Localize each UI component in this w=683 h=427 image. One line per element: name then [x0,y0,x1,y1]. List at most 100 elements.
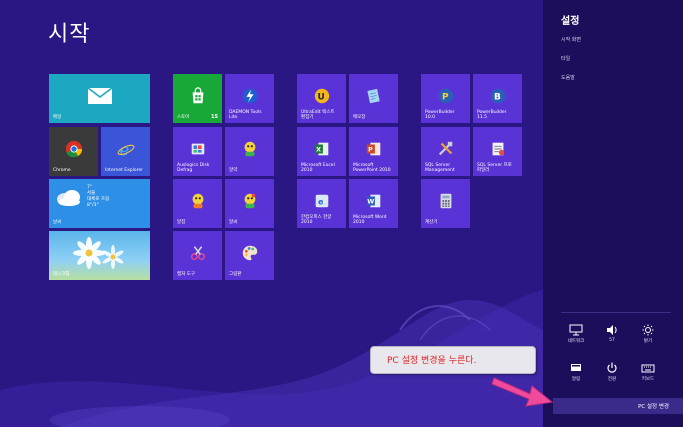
alsee-icon [244,193,255,208]
tile-label: PowerBuilder 11.5 [477,110,507,120]
power-icon [607,362,617,373]
tile-calculator[interactable]: 계산기 [421,179,470,228]
ie-icon: e [117,140,134,158]
powerbuilder-icon: P [438,88,453,103]
volume-icon [607,325,617,335]
disk-defrag-icon [191,143,204,154]
ultraedit-icon: U [314,88,329,103]
tile-desktop-photo[interactable]: 데스크톱 [49,231,150,280]
pc-settings-label: PC 설정 변경 [638,404,669,410]
network-label: 네트워크 [567,339,585,344]
powerpoint-icon: P [366,142,380,155]
svg-text:P: P [368,146,373,153]
network-button[interactable]: 네트워크 [561,324,591,344]
power-label: 전원 [607,377,617,382]
store-badge: 15 [211,114,218,120]
volume-button[interactable]: 57 [597,324,627,343]
tile-paint[interactable]: 그림판 [225,231,274,280]
mail-icon [87,86,112,104]
tile-label: Chrome [53,168,71,173]
svg-text:W: W [367,198,374,205]
tile-label: 알씨 [229,220,238,225]
keyboard-icon [641,364,655,373]
tile-label: Microsoft Word 2010 [353,215,387,225]
tile-label: 날씨 [53,220,62,225]
tile-label: DAEMON Tools Lite [229,110,262,120]
pointer-arrow-icon [491,377,554,407]
pc-settings-button[interactable]: PC 설정 변경 [553,398,683,414]
settings-item-tiles[interactable]: 타일 [561,55,570,62]
tile-auslogics[interactable]: Auslogics Disk Defrag [173,127,222,176]
tile-word[interactable]: W Microsoft Word 2010 [349,179,398,228]
tile-alsee[interactable]: 알씨 [225,179,274,228]
tile-powerbuilder-115[interactable]: B PowerBuilder 11.5 [473,74,522,123]
tile-daemon-tools[interactable]: DAEMON Tools Lite [225,74,274,123]
store-icon [192,86,203,103]
tile-label: 알약 [229,168,238,173]
tile-label: Microsoft PowerPoint 2010 [353,163,391,173]
tile-label: 계산기 [425,220,438,225]
tile-label: 메모장 [353,115,366,120]
notifications-button[interactable]: 알림 [561,362,591,382]
flower-image [73,237,124,269]
callout-text: PC 설정 변경을 누른다. [387,356,477,366]
tile-label: 한컴오피스 한글 2010 [301,215,332,225]
volume-label: 57 [609,338,615,343]
settings-charm-panel: 설정 시작 화면 타일 도움말 네트워크 57 밝기 알림 전원 키보드 [543,0,683,427]
scissors-icon [190,245,205,260]
tile-notepad[interactable]: 메모장 [349,74,398,123]
notifications-icon [571,364,581,371]
word-icon: W [366,194,380,207]
start-title: 시작 [48,22,91,47]
network-icon [569,324,583,336]
keyboard-button[interactable]: 키보드 [633,362,663,382]
svg-text:P: P [441,92,448,102]
brightness-button[interactable]: 밝기 [633,324,663,344]
tile-sql-profiler[interactable]: SQL Server 프로 파일러 [473,127,522,176]
power-button[interactable]: 전원 [597,362,627,382]
tile-ultraedit[interactable]: U UltraEdit 텍스트 편집기 [297,74,346,123]
tile-weather[interactable]: 7° 서울 대체로 흐림 8°/3° 날씨 [49,179,150,228]
tile-label: 스토어 [177,115,190,120]
alzip-icon [192,193,203,208]
sql-profiler-icon [492,142,504,155]
tile-excel[interactable]: X Microsoft Excel 2010 [297,127,346,176]
tile-label: Internet Explorer [105,168,144,173]
powerbuilder-icon: B [490,88,505,103]
tile-store[interactable]: 스토어 15 [173,74,222,123]
hangul-icon: e [315,194,328,207]
tile-alyac[interactable]: 알약 [225,127,274,176]
tile-powerpoint[interactable]: P Microsoft PowerPoint 2010 [349,127,398,176]
tile-label: PowerBuilder 10.0 [425,110,455,120]
tile-label: SQL Server Management [425,163,455,173]
tile-label: 그림판 [229,272,242,277]
tile-label: UltraEdit 텍스트 편집기 [301,110,335,120]
tile-label: 데스크톱 [53,272,70,277]
tile-powerbuilder-10[interactable]: P PowerBuilder 10.0 [421,74,470,123]
tile-mail[interactable]: 메일 [49,74,150,123]
palette-icon [242,245,257,260]
tile-chrome[interactable]: Chrome [49,127,98,176]
excel-icon: X [314,142,328,155]
chrome-icon [65,140,82,157]
tile-snipping-tool[interactable]: 캡처 도구 [173,231,222,280]
tile-hangul[interactable]: e 한컴오피스 한글 2010 [297,179,346,228]
svg-text:U: U [317,92,324,102]
charms-divider [561,312,671,313]
tile-sql-management[interactable]: SQL Server Management [421,127,470,176]
keyboard-label: 키보드 [641,377,655,382]
tile-internet-explorer[interactable]: e Internet Explorer [101,127,150,176]
tile-label: SQL Server 프로 파일러 [477,163,512,173]
lightning-icon [242,88,257,103]
cloud-icon [57,190,80,206]
calculator-icon [440,193,451,208]
tile-alzip[interactable]: 알집 [173,179,222,228]
notepad-icon [366,88,380,103]
brightness-label: 밝기 [643,339,653,344]
alyac-icon [244,141,255,156]
settings-item-start-screen[interactable]: 시작 화면 [561,36,581,43]
weather-text: 7° 서울 대체로 흐림 8°/3° [87,185,110,208]
tile-label: 메일 [53,115,62,120]
settings-item-help[interactable]: 도움말 [561,74,575,81]
tile-label: 캡처 도구 [177,272,195,277]
